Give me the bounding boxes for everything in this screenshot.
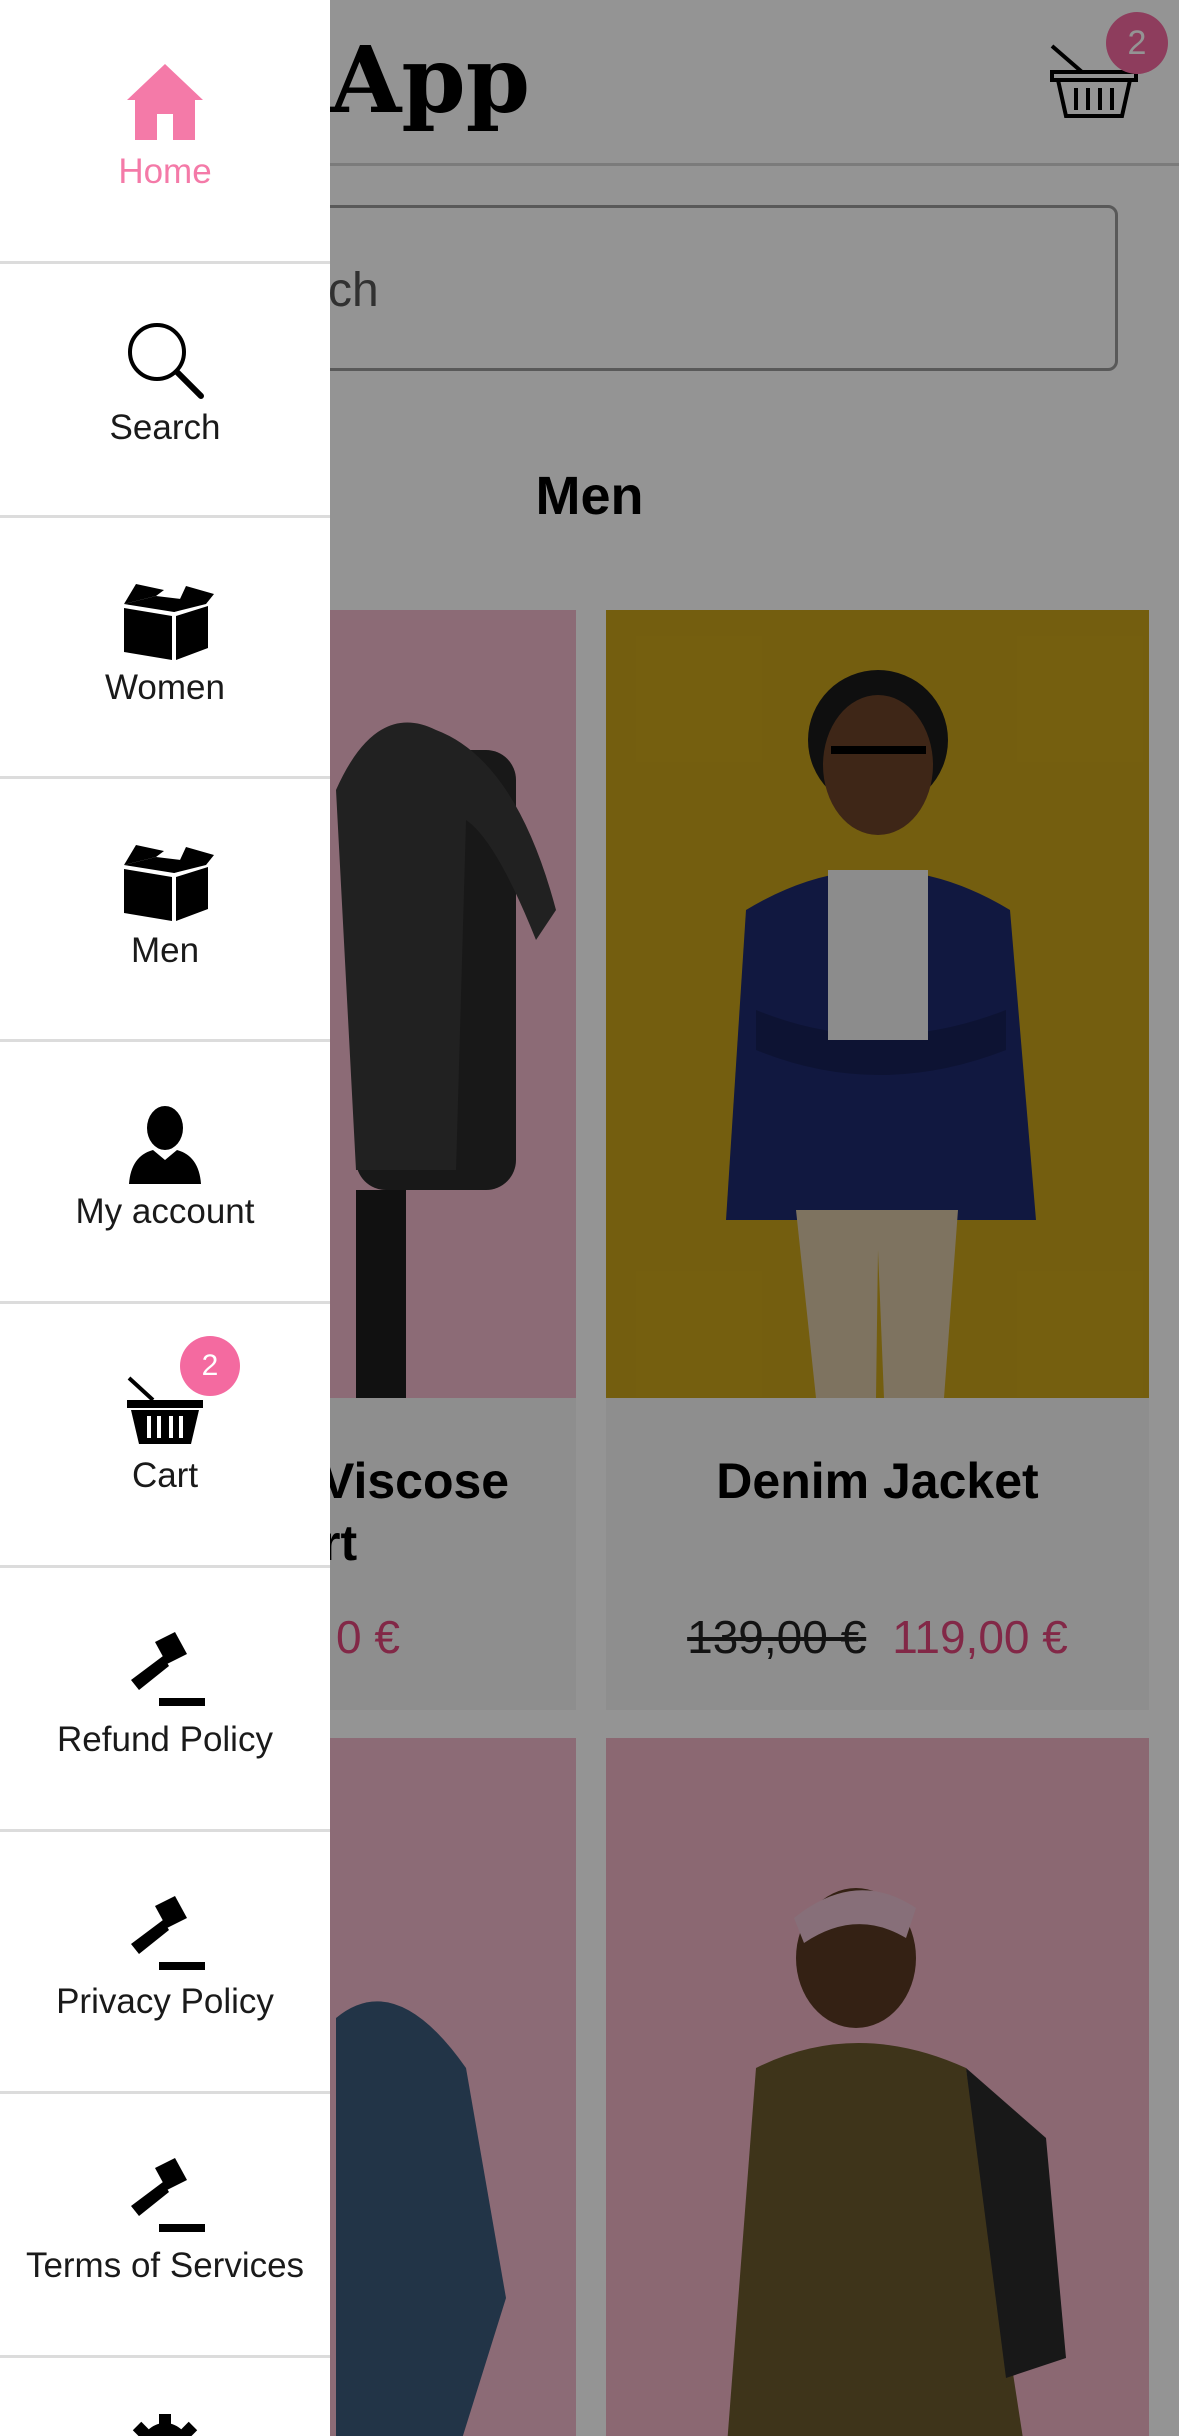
gavel-icon	[0, 1632, 330, 1708]
drawer-item-search[interactable]: Search	[0, 264, 330, 518]
user-icon	[0, 1104, 330, 1184]
drawer-item-label: Privacy Policy	[56, 1982, 274, 2021]
drawer-item-terms-of-services[interactable]: Terms of Services	[0, 2094, 330, 2358]
box-icon	[0, 843, 330, 921]
drawer-item-home[interactable]: Home	[0, 0, 330, 264]
box-icon	[0, 582, 330, 660]
drawer-item-label: Refund Policy	[57, 1720, 273, 1759]
gear-icon	[0, 2412, 330, 2436]
drawer-item-cart[interactable]: 2 Cart	[0, 1304, 330, 1568]
drawer-item-women[interactable]: Women	[0, 518, 330, 779]
drawer-item-refund-policy[interactable]: Refund Policy	[0, 1568, 330, 1832]
drawer-item-settings[interactable]	[0, 2358, 330, 2436]
home-icon	[0, 62, 330, 140]
drawer-item-men[interactable]: Men	[0, 779, 330, 1042]
drawer-item-label: Terms of Services	[25, 2246, 305, 2285]
drawer-item-label: My account	[75, 1192, 255, 1231]
gavel-icon	[0, 2158, 330, 2234]
drawer-item-label: Men	[130, 931, 200, 970]
drawer-item-label: Cart	[131, 1456, 199, 1495]
drawer-item-label: Search	[109, 408, 221, 447]
basket-icon	[0, 1374, 330, 1444]
gavel-icon	[0, 1896, 330, 1972]
drawer-item-privacy-policy[interactable]: Privacy Policy	[0, 1832, 330, 2094]
drawer-item-label: Women	[105, 668, 225, 707]
navigation-drawer: Home Search Women Men My account 2 Cart …	[0, 0, 330, 2436]
cart-count-badge: 2	[180, 1336, 240, 1396]
drawer-item-label: Home	[118, 152, 212, 191]
drawer-item-my-account[interactable]: My account	[0, 1042, 330, 1304]
search-icon	[0, 320, 330, 400]
